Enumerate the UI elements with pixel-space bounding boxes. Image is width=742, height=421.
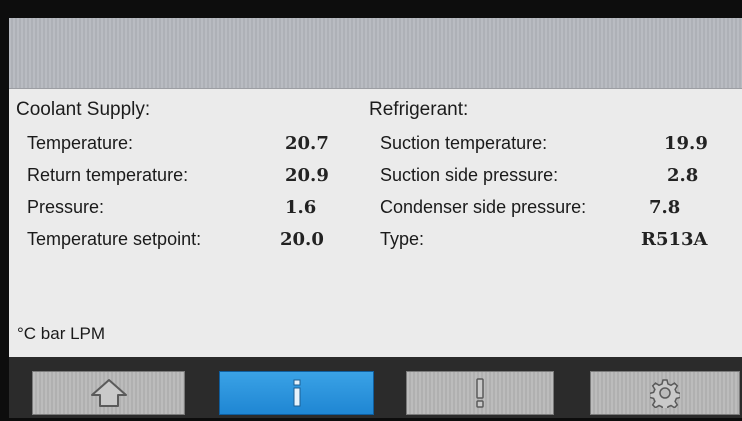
pressure-value: 1.6 <box>285 197 317 218</box>
units-legend: °C bar LPM <box>17 324 106 343</box>
temperature-setpoint-label: Temperature setpoint: <box>27 229 202 249</box>
bottom-navbar <box>9 357 742 418</box>
return-temperature-value: 20.9 <box>285 165 329 186</box>
info-icon <box>293 379 300 407</box>
coolant-supply-title: Coolant Supply: <box>16 99 151 120</box>
pressure-label: Pressure: <box>27 197 105 217</box>
settings-button[interactable] <box>590 371 740 415</box>
info-button[interactable] <box>219 371 374 415</box>
header-bar <box>9 18 742 89</box>
alarm-button[interactable] <box>406 371 554 415</box>
refrigerant-type-value: R513A <box>641 229 708 250</box>
gear-icon <box>650 379 680 408</box>
suction-pressure-value: 2.8 <box>667 165 699 186</box>
condenser-pressure-label: Condenser side pressure: <box>380 197 587 217</box>
coolant-temperature-label: Temperature: <box>27 133 134 153</box>
temperature-setpoint-value[interactable]: 20.0 <box>280 229 324 250</box>
refrigerant-title: Refrigerant: <box>369 99 469 120</box>
home-button[interactable] <box>32 371 185 415</box>
refrigerant-type-label: Type: <box>380 229 425 249</box>
condenser-pressure-value: 7.8 <box>649 197 681 218</box>
device-screen: Coolant Supply: Temperature: 20.7 Return… <box>9 18 742 418</box>
suction-temperature-label: Suction temperature: <box>380 133 548 153</box>
return-temperature-label: Return temperature: <box>27 165 189 185</box>
suction-pressure-label: Suction side pressure: <box>380 165 559 185</box>
coolant-temperature-value: 20.7 <box>285 133 329 154</box>
home-icon <box>90 379 127 407</box>
status-panel: Coolant Supply: Temperature: 20.7 Return… <box>9 89 742 357</box>
alarm-icon <box>476 378 484 408</box>
suction-temperature-value: 19.9 <box>664 133 708 154</box>
